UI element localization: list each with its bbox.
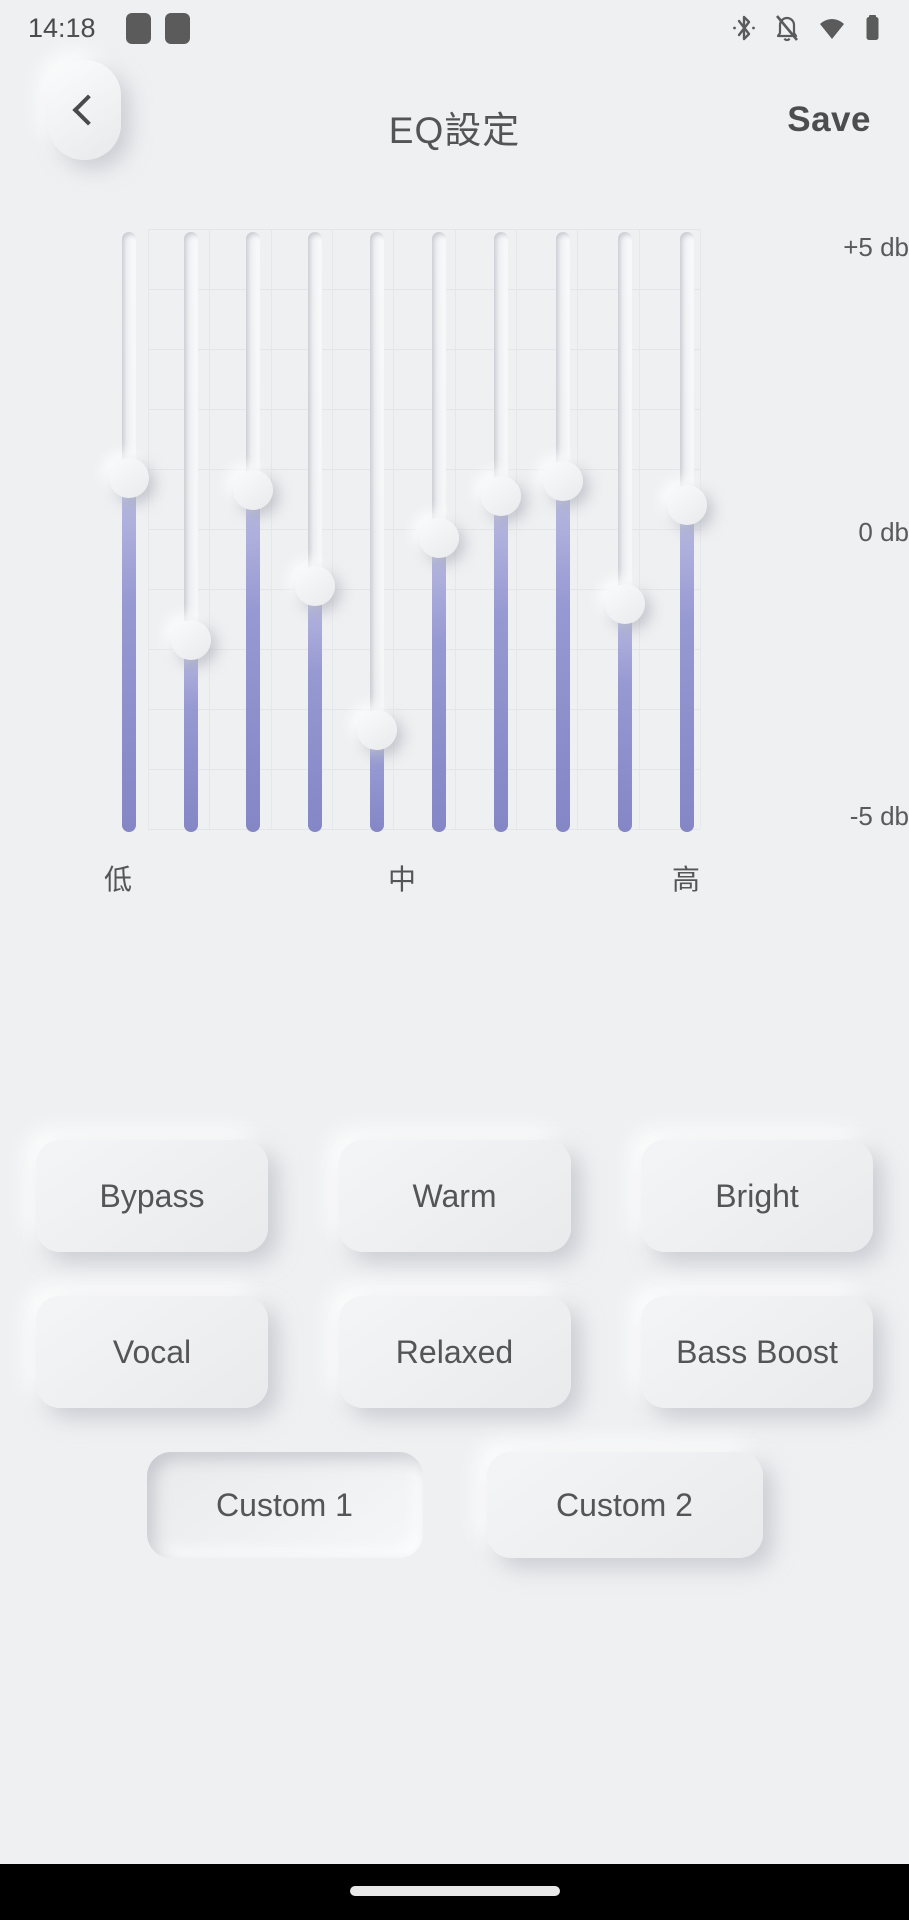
wifi-icon (818, 13, 846, 43)
axis-label-zero: 0 db (858, 517, 909, 547)
preset-button-relaxed[interactable]: Relaxed (338, 1296, 571, 1408)
gridline-vertical (270, 229, 272, 829)
eq-slider-fill (122, 478, 136, 832)
eq-slider-fill (494, 496, 508, 832)
eq-band-slider[interactable] (357, 232, 397, 832)
notifications-muted-icon (774, 13, 800, 43)
gridline-vertical (638, 229, 640, 829)
eq-slider-thumb[interactable] (419, 518, 459, 558)
status-bar: 14:18 (0, 0, 909, 56)
eq-slider-fill (432, 538, 446, 832)
preset-row: Bypass Warm Bright (0, 1140, 909, 1252)
preset-button-warm[interactable]: Warm (338, 1140, 571, 1252)
range-label-low: 低 (104, 864, 133, 895)
eq-band-slider[interactable] (481, 232, 521, 832)
system-nav-bar (0, 1864, 909, 1920)
save-button[interactable]: Save (787, 100, 871, 140)
eq-slider-thumb[interactable] (481, 476, 521, 516)
page-title: EQ設定 (388, 110, 521, 151)
preset-button-bright[interactable]: Bright (641, 1140, 873, 1252)
battery-icon (864, 13, 881, 43)
gridline-horizontal (148, 229, 700, 230)
eq-slider-thumb[interactable] (295, 566, 335, 606)
eq-band-slider[interactable] (419, 232, 459, 832)
eq-slider-fill (246, 490, 260, 832)
status-clock: 14:18 (28, 12, 96, 43)
eq-slider-thumb[interactable] (605, 584, 645, 624)
eq-band-slider[interactable] (171, 232, 211, 832)
eq-band-slider[interactable] (667, 232, 707, 832)
gridline-vertical (516, 229, 517, 829)
eq-band-slider[interactable] (605, 232, 645, 832)
eq-band-slider[interactable] (109, 232, 149, 832)
status-icons (732, 13, 881, 43)
preset-section: Bypass Warm Bright Vocal Relaxed Bass Boost Cu… (0, 1140, 909, 1558)
custom-preset-row: Custom 1 Custom 2 (0, 1452, 909, 1558)
eq-slider-thumb[interactable] (543, 461, 583, 501)
eq-slider-fill (618, 604, 632, 832)
equalizer-panel: +5 db 0 db -5 db 低 中 高 (0, 0, 909, 1920)
eq-slider-thumb[interactable] (233, 470, 273, 510)
eq-slider-fill (184, 640, 198, 832)
range-label-mid: 中 (388, 864, 417, 895)
app-chip-icon (125, 12, 151, 44)
gridline-vertical (700, 229, 701, 829)
preset-button-custom-2[interactable]: Custom 2 (486, 1452, 763, 1558)
preset-row: Vocal Relaxed Bass Boost (0, 1296, 909, 1408)
app-header: EQ設定 Save (0, 60, 909, 180)
eq-slider-fill (308, 586, 322, 832)
gridline-vertical (148, 229, 149, 829)
eq-slider-fill (556, 481, 570, 832)
eq-band-slider[interactable] (233, 232, 273, 832)
eq-slider-thumb[interactable] (171, 620, 211, 660)
eq-band-slider[interactable] (543, 232, 583, 832)
axis-label-max: +5 db (843, 232, 909, 262)
preset-button-custom-1[interactable]: Custom 1 (146, 1452, 423, 1558)
eq-slider-thumb[interactable] (357, 710, 397, 750)
gridline-vertical (209, 229, 211, 829)
eq-slider-thumb[interactable] (667, 485, 707, 525)
app-chip-icon (164, 12, 190, 44)
axis-label-min: -5 db (849, 801, 909, 831)
preset-button-bypass[interactable]: Bypass (36, 1140, 268, 1252)
range-label-high: 高 (672, 864, 701, 895)
eq-band-slider[interactable] (295, 232, 335, 832)
eq-slider-thumb[interactable] (109, 458, 149, 498)
preset-button-vocal[interactable]: Vocal (36, 1296, 268, 1408)
bluetooth-icon (732, 13, 756, 43)
eq-slider-fill (680, 505, 694, 832)
preset-button-bass-boost[interactable]: Bass Boost (641, 1296, 873, 1408)
gridline-vertical (332, 229, 333, 829)
eq-settings-screen: 14:18 EQ設定 Save +5 db 0 db -5 db 低 中 高 B… (0, 0, 909, 1920)
gridline-vertical (577, 229, 579, 829)
home-pill-indicator[interactable] (349, 1886, 560, 1896)
